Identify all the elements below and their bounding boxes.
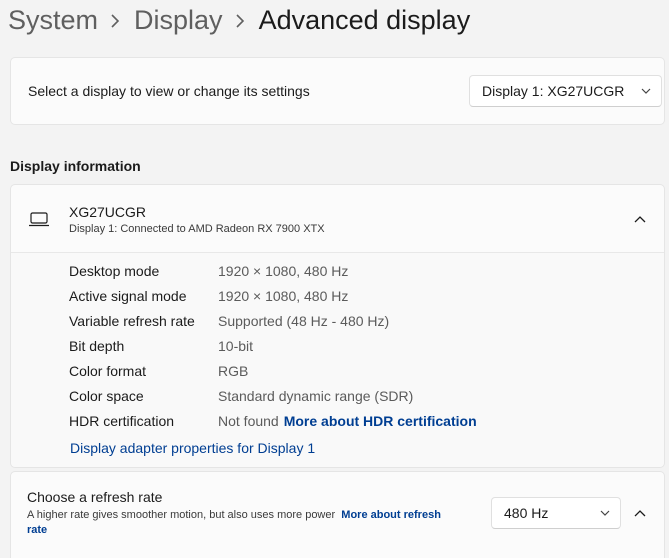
display-information-header[interactable]: XG27UCGR Display 1: Connected to AMD Rad… [11,185,664,253]
refresh-rate-description: A higher rate gives smoother motion, but… [27,509,336,521]
info-value: 1920 × 1080, 480 Hz [218,288,349,304]
chevron-down-icon [631,88,661,94]
refresh-rate-value: 480 Hz [504,505,549,521]
chevron-up-icon[interactable] [626,499,654,527]
page-title: Advanced display [258,5,471,35]
monitor-name: XG27UCGR [69,204,147,220]
breadcrumb-display[interactable]: Display [134,0,223,40]
display-information-details: Desktop mode 1920 × 1080, 480 Hz Active … [11,253,664,467]
hdr-certification-link[interactable]: More about HDR certification [284,413,477,433]
info-value: 10-bit [218,338,254,354]
info-row-color-space: Color space Standard dynamic range (SDR) [69,388,413,408]
info-row-active-signal-mode: Active signal mode 1920 × 1080, 480 Hz [69,288,348,308]
breadcrumb-system[interactable]: System [8,0,98,40]
info-key: Color format [69,363,147,379]
chevron-right-icon [223,0,259,40]
info-key: Active signal mode [69,288,187,304]
display-adapter-properties-link[interactable]: Display adapter properties for Display 1 [70,440,315,456]
info-value: RGB [218,363,249,379]
info-row-color-format: Color format RGB [69,363,248,383]
info-value: Not found [218,413,279,429]
info-value: Supported (48 Hz - 480 Hz) [218,313,390,329]
display-select-value: Display 1: XG27UCGR [482,83,625,99]
breadcrumb: System Display Advanced display [8,0,470,40]
select-display-card: Select a display to view or change its s… [10,57,665,125]
chevron-down-icon [590,510,620,516]
advanced-display-page: System Display Advanced display Select a… [0,0,669,558]
refresh-rate-dropdown[interactable]: 480 Hz [491,497,621,529]
info-row-desktop-mode: Desktop mode 1920 × 1080, 480 Hz [69,263,348,283]
section-title-display-information: Display information [10,158,141,174]
info-value: Standard dynamic range (SDR) [218,388,414,404]
refresh-rate-description-block: A higher rate gives smoother motion, but… [27,508,457,538]
info-key: HDR certification [69,413,175,429]
refresh-rate-card: Choose a refresh rate A higher rate give… [10,471,665,558]
chevron-right-icon [98,0,134,40]
info-key: Color space [69,388,144,404]
info-value: 1920 × 1080, 480 Hz [218,263,349,279]
info-row-hdr-certification: HDR certification Not found More about H… [69,413,477,433]
info-row-variable-refresh-rate: Variable refresh rate Supported (48 Hz -… [69,313,389,333]
display-information-card: XG27UCGR Display 1: Connected to AMD Rad… [10,184,665,468]
select-display-label: Select a display to view or change its s… [28,83,310,99]
info-key: Desktop mode [69,263,160,279]
info-key: Bit depth [69,338,125,354]
chevron-up-icon[interactable] [626,205,654,233]
refresh-rate-title: Choose a refresh rate [27,489,163,505]
info-row-bit-depth: Bit depth 10-bit [69,338,253,358]
laptop-icon [28,212,50,232]
monitor-connection: Display 1: Connected to AMD Radeon RX 79… [69,223,325,235]
display-select-dropdown[interactable]: Display 1: XG27UCGR [469,75,662,107]
info-key: Variable refresh rate [69,313,195,329]
